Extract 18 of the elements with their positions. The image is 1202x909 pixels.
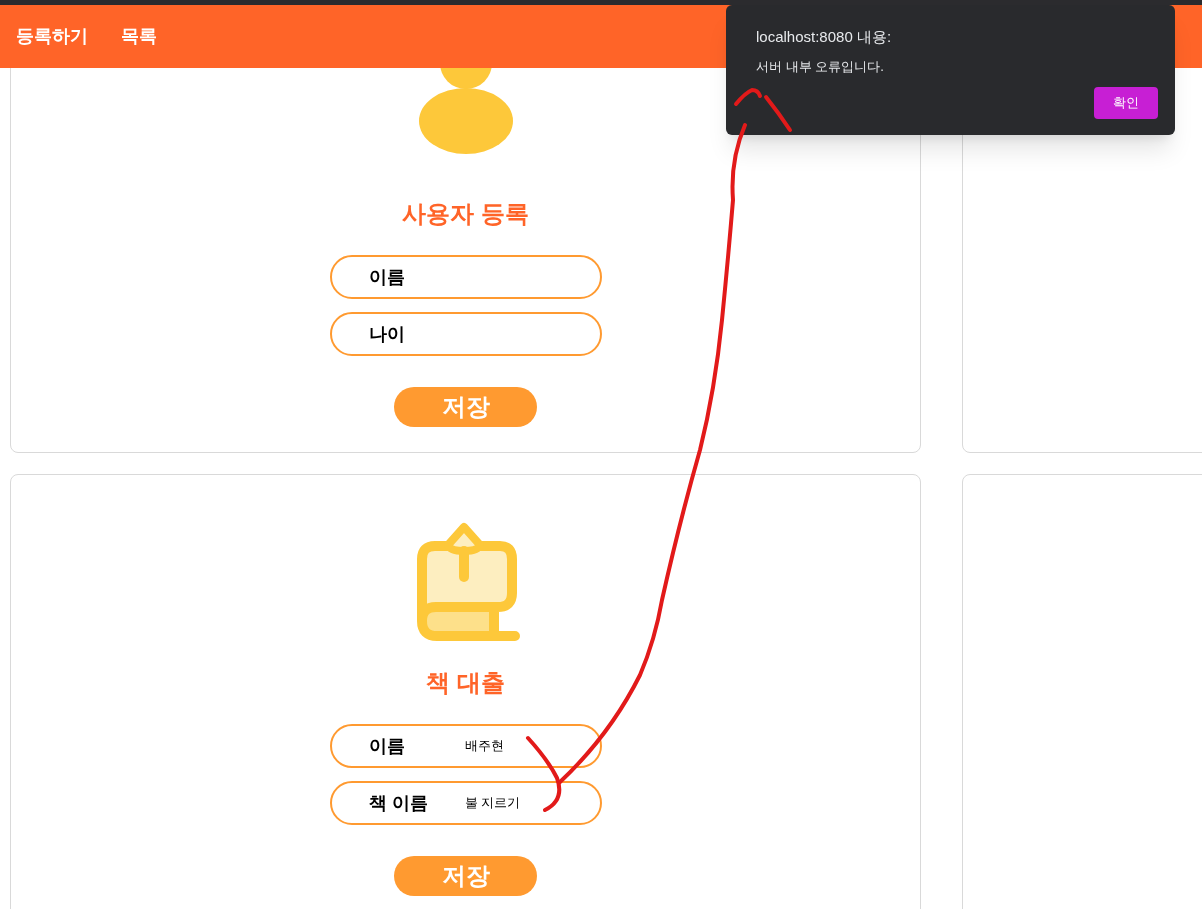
card-title: 책 대출 [426,668,505,698]
save-button[interactable]: 저장 [394,856,537,896]
field-label: 이름 [368,734,406,758]
dialog-message: 서버 내부 오류입니다. [756,57,885,76]
field-label: 나이 [368,322,406,346]
field-label: 책 이름 [368,791,429,815]
save-button[interactable]: 저장 [394,387,537,427]
annotation-stroke [764,95,792,132]
annotation-stroke [734,88,762,106]
ok-button[interactable]: 확인 [1094,87,1158,119]
nav-link[interactable]: 등록하기 [16,23,88,50]
dialog-title: localhost:8080 내용: [756,27,893,47]
nav-link[interactable]: 목록 [121,23,157,50]
person-icon [417,68,514,154]
input-field[interactable]: 배주현 [464,736,575,756]
card-title: 사용자 등록 [402,199,529,229]
field-label: 이름 [368,265,406,289]
input-field[interactable]: 불 지르기 [464,793,575,813]
